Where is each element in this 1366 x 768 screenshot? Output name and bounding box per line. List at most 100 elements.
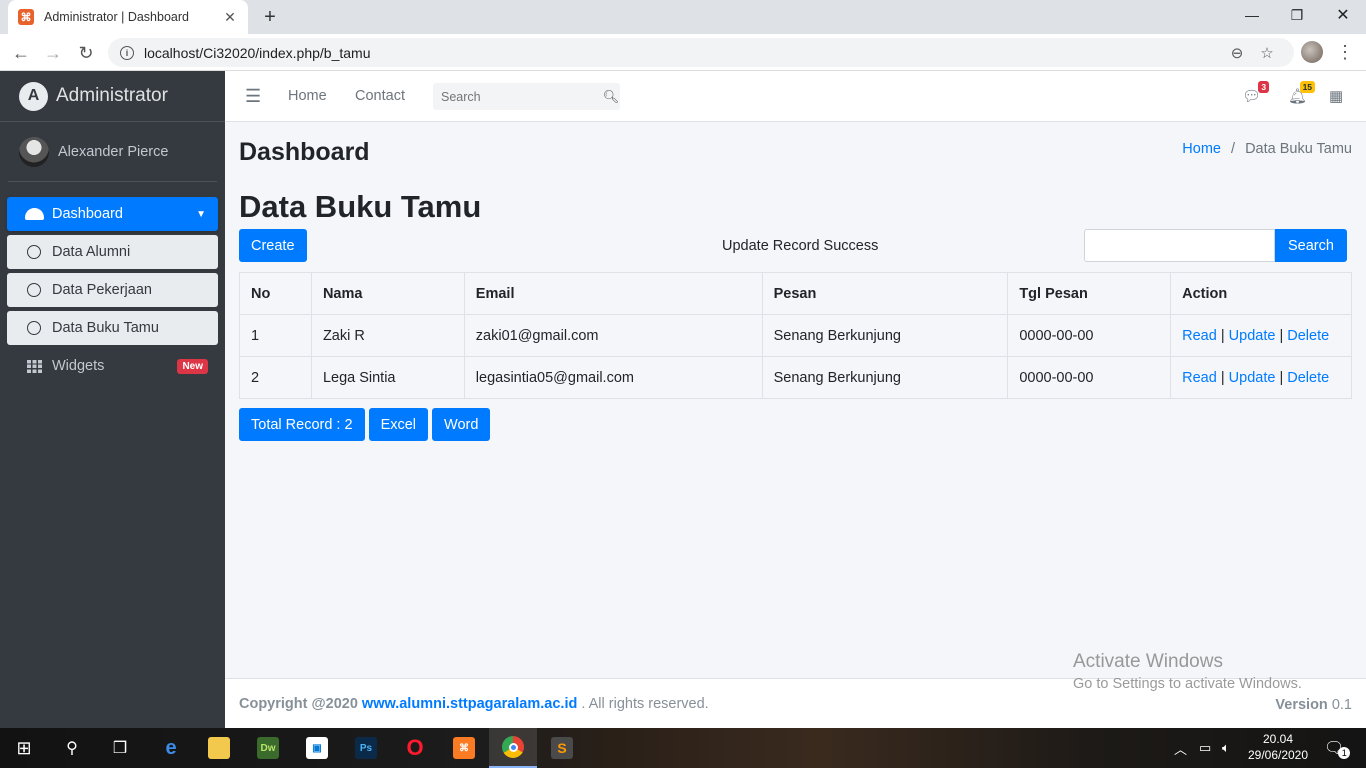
brand[interactable]: A Administrator — [0, 71, 225, 122]
file-explorer-icon[interactable] — [195, 728, 243, 768]
messages-icon[interactable]: 💬︎ 3 — [1242, 81, 1270, 105]
read-link[interactable]: Read — [1182, 370, 1217, 386]
status-message: Update Record Success — [722, 238, 879, 254]
back-icon[interactable]: ← — [8, 40, 34, 66]
circle-icon — [27, 321, 41, 335]
sidebar-item-data-pekerjaan[interactable]: Data Pekerjaan — [7, 273, 218, 307]
column-header: Nama — [310, 272, 465, 315]
clock-time: 20.04 — [1262, 732, 1294, 746]
browser-tab[interactable]: ⌘ Administrator | Dashboard ✕ — [8, 0, 248, 34]
table-header-row: No Nama Email Pesan Tgl Pesan Action — [239, 272, 1352, 315]
total-record-button[interactable]: Total Record : 2 — [239, 408, 365, 441]
cell-nama: Zaki R — [310, 314, 465, 357]
navbar-search-input[interactable] — [433, 89, 602, 104]
zoom-icon[interactable]: ⊖ — [1222, 44, 1252, 62]
action-separator: | — [1279, 369, 1284, 386]
messages-badge: 3 — [1258, 81, 1270, 93]
table-row: 2 Lega Sintia legasintia05@gmail.com Sen… — [239, 356, 1352, 399]
bell-icon[interactable]: 🔔︎ 15 — [1288, 81, 1316, 105]
info-icon[interactable]: i — [120, 45, 134, 60]
cell-no: 1 — [239, 314, 312, 357]
windows-start-icon[interactable]: ⊞ — [0, 728, 48, 768]
breadcrumb-home-link[interactable]: Home — [1182, 141, 1221, 157]
copyright: Copyright @2020 www.alumni.sttpagaralam.… — [239, 696, 709, 712]
site-link[interactable]: www.alumni.sttpagaralam.ac.id — [362, 696, 577, 712]
sidebar-item-label: Dashboard — [52, 206, 123, 222]
brand-text: Administrator — [56, 85, 168, 106]
data-table: No Nama Email Pesan Tgl Pesan Action 1 Z… — [239, 272, 1352, 399]
search-icon[interactable]: ⚲ — [48, 728, 96, 768]
store-icon[interactable]: ▣ — [293, 728, 341, 768]
delete-link[interactable]: Delete — [1287, 328, 1329, 344]
browser-tab-bar: ⌘ Administrator | Dashboard ✕ + — ❐ ✕ — [0, 0, 1366, 34]
breadcrumb: Home / Data Buku Tamu — [1182, 141, 1352, 157]
sidebar-item-data-buku-tamu[interactable]: Data Buku Tamu — [7, 311, 218, 345]
clock[interactable]: 20.04 29/06/2020 — [1245, 731, 1311, 763]
column-header: Action — [1170, 272, 1352, 315]
cell-action: Read | Update | Delete — [1170, 314, 1352, 357]
cell-email: legasintia05@gmail.com — [463, 356, 763, 399]
circle-icon — [27, 283, 41, 297]
xampp-favicon-icon: ⌘ — [18, 9, 34, 25]
dreamweaver-icon[interactable]: Dw — [244, 728, 292, 768]
word-button[interactable]: Word — [432, 408, 491, 441]
action-separator: | — [1220, 369, 1225, 386]
update-link[interactable]: Update — [1229, 328, 1276, 344]
bookmark-star-icon[interactable]: ☆ — [1252, 44, 1282, 62]
task-view-icon[interactable]: ❒ — [96, 728, 144, 768]
omnibox[interactable]: i localhost/Ci32020/index.php/b_tamu ⊖ ☆ — [108, 38, 1294, 67]
user-panel[interactable]: Alexander Pierce — [8, 122, 217, 182]
excel-button[interactable]: Excel — [368, 408, 429, 441]
search-input[interactable] — [1084, 229, 1275, 262]
edge-icon[interactable]: e — [147, 728, 195, 768]
brand-logo-icon: A — [19, 81, 48, 111]
close-window-button[interactable]: ✕ — [1320, 0, 1366, 30]
user-avatar — [19, 136, 49, 167]
action-center-icon[interactable]: 🗨︎ 1 — [1324, 728, 1351, 768]
volume-icon[interactable]: 🔈︎ — [1222, 728, 1230, 768]
sidebar-item-widgets[interactable]: Widgets New — [7, 349, 218, 383]
clock-date: 29/06/2020 — [1247, 748, 1309, 762]
nav-link-contact[interactable]: Contact — [355, 88, 405, 104]
forward-icon[interactable]: → — [40, 40, 66, 66]
delete-link[interactable]: Delete — [1287, 370, 1329, 386]
profile-avatar[interactable] — [1301, 41, 1323, 63]
chrome-icon[interactable] — [489, 728, 537, 768]
top-navbar: ☰ Home Contact 🔍︎ 💬︎3 🔔︎15 ▦ — [225, 71, 1366, 122]
action-center-badge: 1 — [1338, 747, 1351, 759]
update-link[interactable]: Update — [1229, 370, 1276, 386]
sidebar-item-label: Data Alumni — [52, 244, 131, 260]
sidebar-item-data-alumni[interactable]: Data Alumni — [7, 235, 218, 269]
content-area: Dashboard Home / Data Buku Tamu Data Buk… — [225, 122, 1366, 678]
reload-icon[interactable]: ↻ — [73, 40, 99, 66]
nav-link-home[interactable]: Home — [288, 88, 327, 104]
restore-button[interactable]: ❐ — [1274, 0, 1320, 30]
opera-icon[interactable]: O — [391, 728, 439, 768]
search-icon[interactable]: 🔍︎ — [602, 89, 620, 105]
battery-icon[interactable]: ▭ — [1199, 728, 1211, 768]
show-hidden-icons[interactable]: ︿ — [1174, 728, 1187, 768]
new-tab-button[interactable]: + — [258, 4, 282, 30]
hamburger-menu-icon[interactable]: ☰ — [245, 86, 261, 107]
column-header: Pesan — [761, 272, 1009, 315]
sidebar-nav: Dashboard ▼ Data Alumni Data Pekerjaan D… — [0, 182, 225, 383]
search-button[interactable]: Search — [1275, 229, 1347, 262]
photoshop-icon[interactable]: Ps — [342, 728, 390, 768]
cell-pesan: Senang Berkunjung — [761, 356, 1009, 399]
tab-close-icon[interactable]: ✕ — [222, 9, 238, 26]
url-text[interactable]: localhost/Ci32020/index.php/b_tamu — [144, 45, 1222, 61]
xampp-icon[interactable]: ⌘ — [440, 728, 488, 768]
sublime-text-icon[interactable]: S — [538, 728, 586, 768]
column-header: No — [239, 272, 312, 315]
control-sidebar-icon[interactable]: ▦ — [1329, 87, 1343, 105]
create-button[interactable]: Create — [239, 229, 307, 262]
version-number: 0.1 — [1331, 697, 1352, 713]
copyright-suffix: . All rights reserved. — [581, 696, 709, 712]
cell-tgl-pesan: 0000-00-00 — [1007, 356, 1172, 399]
read-link[interactable]: Read — [1182, 328, 1217, 344]
browser-menu-icon[interactable]: ⋮ — [1336, 42, 1354, 64]
minimize-button[interactable]: — — [1229, 0, 1275, 30]
sidebar-item-dashboard[interactable]: Dashboard ▼ — [7, 197, 218, 231]
user-name[interactable]: Alexander Pierce — [58, 144, 168, 160]
column-header: Tgl Pesan — [1007, 272, 1172, 315]
